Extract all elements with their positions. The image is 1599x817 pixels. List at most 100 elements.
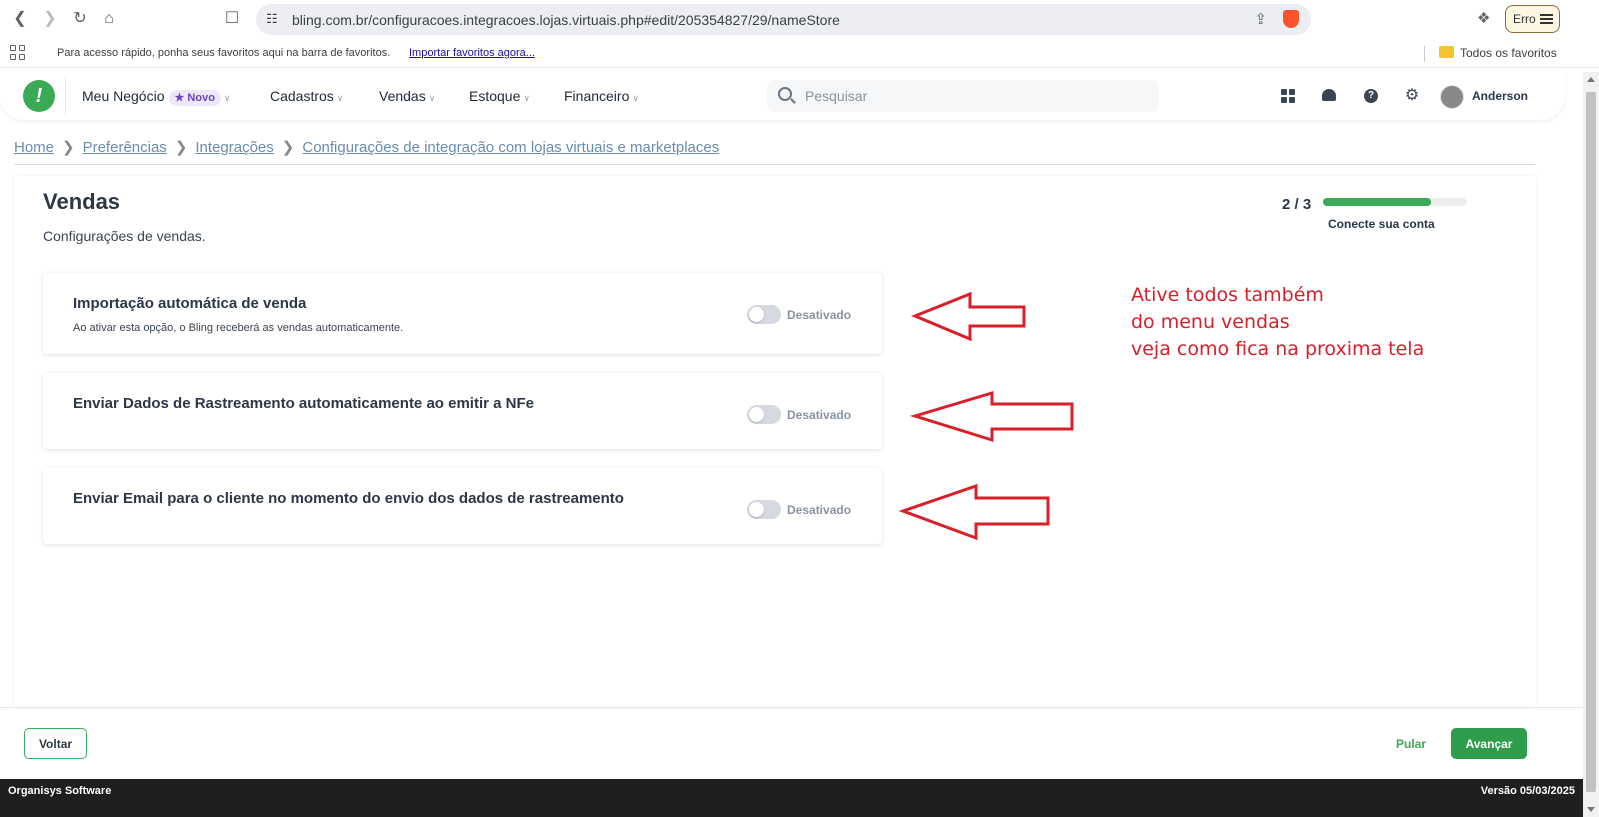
setting-card-email: Enviar Email para o cliente no momento d… [43, 468, 882, 544]
toggle-knob [749, 407, 764, 422]
chevron-down-icon: ∨ [523, 93, 530, 103]
apps-icon[interactable] [1281, 89, 1295, 103]
annotation-arrow-1 [911, 291, 1026, 342]
next-button[interactable]: Avançar [1451, 728, 1527, 759]
menu-label: Meu Negócio [82, 88, 165, 104]
bookmarks-hint: Para acesso rápido, ponha seus favoritos… [57, 47, 391, 59]
breadcrumb-home[interactable]: Home [14, 139, 54, 156]
step-progress-bar [1323, 198, 1467, 206]
back-button[interactable]: Voltar [24, 728, 87, 759]
toggle-import-sales[interactable] [747, 305, 781, 324]
chevron-right-icon: ❯ [62, 139, 75, 156]
toggle-send-email[interactable] [747, 500, 781, 519]
chevron-down-icon: ∨ [428, 93, 436, 103]
annotation-arrow-2 [910, 390, 1074, 443]
menu-label: Financeiro [564, 88, 630, 104]
annotation-note: Ative todos também do menu vendas veja c… [1131, 282, 1424, 363]
main-card: Vendas Configurações de vendas. 2 / 3 Co… [14, 176, 1536, 707]
error-menu-button[interactable]: Erro [1505, 5, 1560, 33]
bell-icon[interactable] [1322, 89, 1336, 101]
step-label: Conecte sua conta [1328, 217, 1435, 231]
setting-title: Enviar Dados de Rastreamento automaticam… [73, 395, 534, 412]
error-label: Erro [1513, 12, 1536, 26]
header-divider [65, 76, 66, 116]
toggle-knob [749, 307, 764, 322]
menu-estoque[interactable]: Estoque ∨ [469, 88, 530, 104]
novo-badge: ★ Novo [168, 90, 221, 106]
apps-grid-icon[interactable] [10, 45, 25, 60]
url-text[interactable]: bling.com.br/configuracoes.integracoes.l… [292, 12, 840, 28]
reload-icon[interactable]: ↻ [70, 9, 90, 29]
address-bar[interactable]: ☷ bling.com.br/configuracoes.integracoes… [256, 4, 1311, 35]
menu-vendas[interactable]: Vendas ∨ [379, 88, 435, 104]
company-name: Organisys Software [8, 785, 112, 797]
annotation-line: Ative todos também [1131, 284, 1324, 306]
menu-label: Estoque [469, 88, 521, 104]
page-scrollbar[interactable] [1583, 72, 1599, 817]
breadcrumb-divider [14, 164, 1535, 165]
toggle-knob [749, 502, 764, 517]
share-icon[interactable]: ⇪ [1254, 10, 1267, 28]
annotation-arrow-3 [898, 483, 1050, 541]
page-title: Vendas [43, 189, 121, 214]
chevron-right-icon: ❯ [174, 139, 188, 156]
breadcrumb-integracoes[interactable]: Integrações [195, 139, 273, 156]
bookmarks-divider [1424, 46, 1425, 62]
app-header: ! Meu Negócio ★ Novo ∨ Cadastros ∨ Vendas ∨ … [0, 72, 1565, 120]
toggle-send-tracking[interactable] [747, 405, 781, 424]
folder-icon [1439, 46, 1454, 58]
bling-logo[interactable]: ! [23, 80, 55, 112]
chevron-right-icon: ❯ [281, 139, 295, 156]
toggle-state-label: Desativado [787, 503, 852, 517]
menu-cadastros[interactable]: Cadastros ∨ [270, 88, 343, 104]
help-icon[interactable]: ? [1364, 89, 1378, 103]
menu-label: Cadastros [270, 88, 334, 104]
menu-label: Vendas [379, 88, 426, 104]
menu-meu-negocio[interactable]: Meu Negócio ★ Novo ∨ [82, 88, 231, 106]
scroll-thumb[interactable] [1586, 92, 1596, 792]
page-subtitle: Configurações de vendas. [43, 228, 206, 244]
home-icon[interactable]: ⌂ [99, 9, 119, 29]
status-footer: Organisys Software Versão 05/03/2025 [0, 779, 1583, 817]
breadcrumb-preferencias[interactable]: Preferências [83, 139, 167, 156]
avatar[interactable] [1440, 85, 1464, 109]
bookmarks-bar: Para acesso rápido, ponha seus favoritos… [0, 38, 1599, 68]
toggle-state-label: Desativado [787, 308, 852, 322]
toggle-state-label: Desativado [787, 408, 852, 422]
version-text: Versão 05/03/2025 [1480, 785, 1575, 797]
chevron-down-icon: ∨ [632, 93, 639, 103]
scroll-up-icon[interactable] [1587, 77, 1595, 82]
gear-icon[interactable]: ⚙ [1403, 87, 1421, 105]
step-progress-fill [1323, 198, 1431, 206]
bookmark-icon[interactable]: ☐ [222, 9, 242, 29]
all-bookmarks-link[interactable]: Todos os favoritos [1460, 46, 1557, 60]
footer-divider [0, 707, 1583, 708]
setting-title: Importação automática de venda [73, 295, 307, 312]
chevron-down-icon: ∨ [336, 93, 344, 103]
extensions-icon[interactable]: ❖ [1477, 9, 1490, 27]
site-settings-icon[interactable]: ☷ [266, 11, 278, 27]
user-name[interactable]: Anderson [1472, 89, 1528, 103]
menu-icon [1540, 14, 1553, 24]
back-icon[interactable]: ❮ [10, 9, 30, 29]
step-counter: 2 / 3 [1282, 196, 1312, 213]
forward-icon[interactable]: ❯ [40, 9, 60, 29]
browser-toolbar: ❮ ❯ ↻ ⌂ ☐ ☷ bling.com.br/configuracoes.i… [0, 0, 1599, 38]
import-bookmarks-link[interactable]: Importar favoritos agora... [409, 47, 535, 59]
search-box [767, 80, 1159, 112]
chevron-down-icon: ∨ [223, 93, 231, 103]
setting-title: Enviar Email para o cliente no momento d… [73, 490, 624, 507]
breadcrumb: Home ❯ Preferências ❯ Integrações ❯ Configuraç… [14, 138, 719, 156]
annotation-line: do menu vendas [1131, 311, 1290, 333]
brave-shield-icon[interactable] [1283, 10, 1299, 28]
search-icon [778, 87, 792, 101]
annotation-line: veja como fica na proxima tela [1131, 338, 1425, 360]
menu-financeiro[interactable]: Financeiro ∨ [564, 88, 639, 104]
search-input[interactable] [805, 86, 1145, 106]
setting-card-import: Importação automática de venda Ao ativar… [43, 273, 882, 354]
setting-card-tracking: Enviar Dados de Rastreamento automaticam… [43, 373, 882, 449]
scroll-down-icon[interactable] [1587, 807, 1595, 812]
breadcrumb-config-lojas[interactable]: Configurações de integração com lojas vi… [302, 139, 719, 156]
setting-description: Ao ativar esta opção, o Bling receberá a… [73, 322, 404, 334]
skip-button[interactable]: Pular [1396, 737, 1426, 751]
